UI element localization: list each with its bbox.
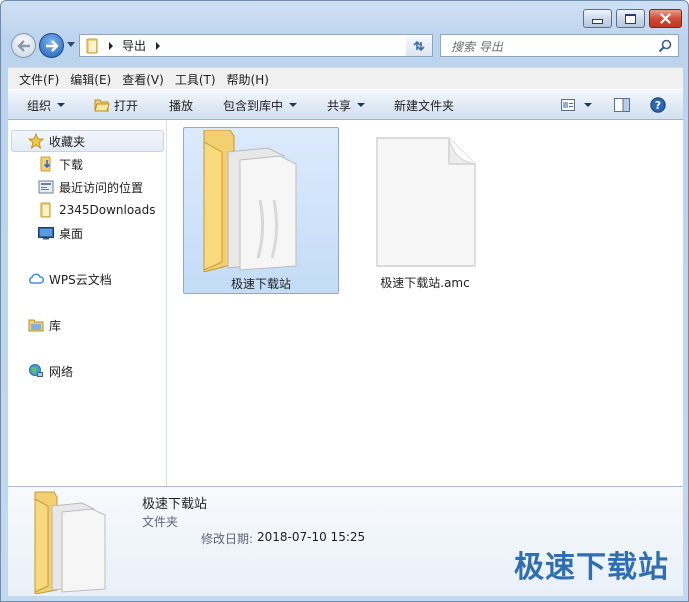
nav-desktop-label: 桌面 <box>59 226 84 241</box>
file-name-label: 极速下载站.amc <box>380 276 470 290</box>
details-type: 文件夹 <box>142 515 179 529</box>
menu-view[interactable]: 查看(V) <box>117 71 169 88</box>
help-button[interactable]: ? <box>650 96 666 114</box>
search-box[interactable] <box>440 34 679 57</box>
include-library-label: 包含到库中 <box>223 98 284 113</box>
nav-libraries-label: 库 <box>49 318 62 333</box>
folder-icon <box>85 38 99 54</box>
new-folder-label: 新建文件夹 <box>394 98 455 113</box>
close-button[interactable] <box>649 9 682 28</box>
include-in-library-button[interactable]: 包含到库中 <box>223 96 298 114</box>
share-label: 共享 <box>327 98 352 113</box>
explorer-window: 导出 文件(F) 编辑(E) 查看(V) 工具(T) 帮助(H) 组织 打开 播… <box>0 0 689 602</box>
file-name-label: 极速下载站 <box>230 277 291 291</box>
breadcrumb-arrow-icon[interactable] <box>109 41 113 50</box>
library-icon <box>28 317 44 333</box>
open-button[interactable]: 打开 <box>94 96 138 114</box>
forward-button[interactable] <box>39 33 64 58</box>
nav-libraries[interactable]: 库 <box>28 315 61 335</box>
folder-icon <box>38 202 54 218</box>
navigation-pane: 收藏夹 下载 最近访问的位置 2345Downloads 桌面 WPS云文档 库… <box>8 120 167 486</box>
organize-button[interactable]: 组织 <box>27 96 66 114</box>
file-item-amc[interactable]: 极速下载站.amc <box>363 127 487 294</box>
close-icon <box>660 13 671 24</box>
details-pane: 极速下载站 文件夹 修改日期: 2018-07-10 15:25 极速下载站 <box>8 486 683 596</box>
details-modified-label: 修改日期: <box>201 532 254 546</box>
menu-tools[interactable]: 工具(T) <box>170 71 221 88</box>
forward-arrow-icon <box>45 39 59 52</box>
folder-thumbnail-icon <box>34 491 106 594</box>
search-input[interactable] <box>449 36 653 57</box>
nav-wps-cloud[interactable]: WPS云文档 <box>28 269 112 289</box>
new-folder-button[interactable]: 新建文件夹 <box>394 96 454 114</box>
maximize-button[interactable] <box>616 9 645 28</box>
star-icon <box>28 133 44 149</box>
open-folder-icon <box>94 99 110 112</box>
help-icon: ? <box>650 97 666 113</box>
breadcrumb-item[interactable]: 导出 <box>122 37 146 54</box>
refresh-button[interactable] <box>406 34 433 57</box>
back-button[interactable] <box>11 33 36 58</box>
play-button[interactable]: 播放 <box>169 96 193 114</box>
desktop-icon <box>38 225 54 241</box>
nav-2345-label: 2345Downloads <box>59 203 156 217</box>
maximize-icon <box>625 13 636 24</box>
watermark-logo: 极速下载站 <box>514 550 669 585</box>
back-arrow-icon <box>16 39 30 52</box>
refresh-icon <box>413 40 425 51</box>
address-bar[interactable]: 导出 <box>79 34 433 57</box>
share-button[interactable]: 共享 <box>327 96 366 114</box>
nav-wps-label: WPS云文档 <box>49 272 112 287</box>
search-icon[interactable] <box>658 39 672 53</box>
menu-file[interactable]: 文件(F) <box>14 71 64 88</box>
file-item-folder[interactable]: 极速下载站 <box>183 127 339 294</box>
chevron-down-icon <box>289 103 298 107</box>
download-folder-icon <box>38 156 54 172</box>
menu-edit[interactable]: 编辑(E) <box>65 71 116 88</box>
details-modified-value: 2018-07-10 15:25 <box>257 530 366 544</box>
nav-item-2345downloads[interactable]: 2345Downloads <box>38 200 155 220</box>
file-document-icon <box>376 137 476 267</box>
nav-downloads-label: 下载 <box>59 157 84 172</box>
preview-pane-icon <box>614 98 630 112</box>
nav-recent-label: 最近访问的位置 <box>59 180 144 195</box>
menu-help[interactable]: 帮助(H) <box>222 71 274 88</box>
preview-pane-button[interactable] <box>614 96 630 114</box>
network-icon <box>28 363 44 379</box>
cloud-icon <box>28 271 44 287</box>
recent-pages-dropdown[interactable] <box>67 42 75 47</box>
svg-text:?: ? <box>655 99 661 112</box>
minimize-icon <box>592 19 603 24</box>
play-label: 播放 <box>169 98 194 113</box>
nav-network[interactable]: 网络 <box>28 361 73 381</box>
details-name: 极速下载站 <box>142 497 208 512</box>
menu-bar: 文件(F) 编辑(E) 查看(V) 工具(T) 帮助(H) <box>8 67 683 90</box>
nav-item-recent-places[interactable]: 最近访问的位置 <box>38 177 143 197</box>
nav-item-desktop[interactable]: 桌面 <box>38 223 83 243</box>
command-bar: 组织 打开 播放 包含到库中 共享 新建文件夹 ? <box>8 89 683 120</box>
nav-network-label: 网络 <box>49 364 74 379</box>
nav-item-downloads[interactable]: 下载 <box>38 154 83 174</box>
chevron-down-icon <box>357 103 366 107</box>
folder-large-icon <box>203 130 297 272</box>
chevron-down-icon <box>584 103 592 107</box>
file-list: 极速下载站 极速下载站.amc <box>167 120 683 486</box>
view-icon <box>561 99 575 111</box>
chevron-down-icon <box>57 103 66 107</box>
open-label: 打开 <box>114 98 139 113</box>
change-view-button[interactable] <box>561 96 592 114</box>
nav-favorites[interactable]: 收藏夹 <box>28 131 85 151</box>
minimize-button[interactable] <box>583 9 612 28</box>
breadcrumb-arrow-icon[interactable] <box>156 41 161 50</box>
recent-places-icon <box>38 179 54 195</box>
nav-favorites-label: 收藏夹 <box>49 134 86 149</box>
organize-label: 组织 <box>27 98 52 113</box>
